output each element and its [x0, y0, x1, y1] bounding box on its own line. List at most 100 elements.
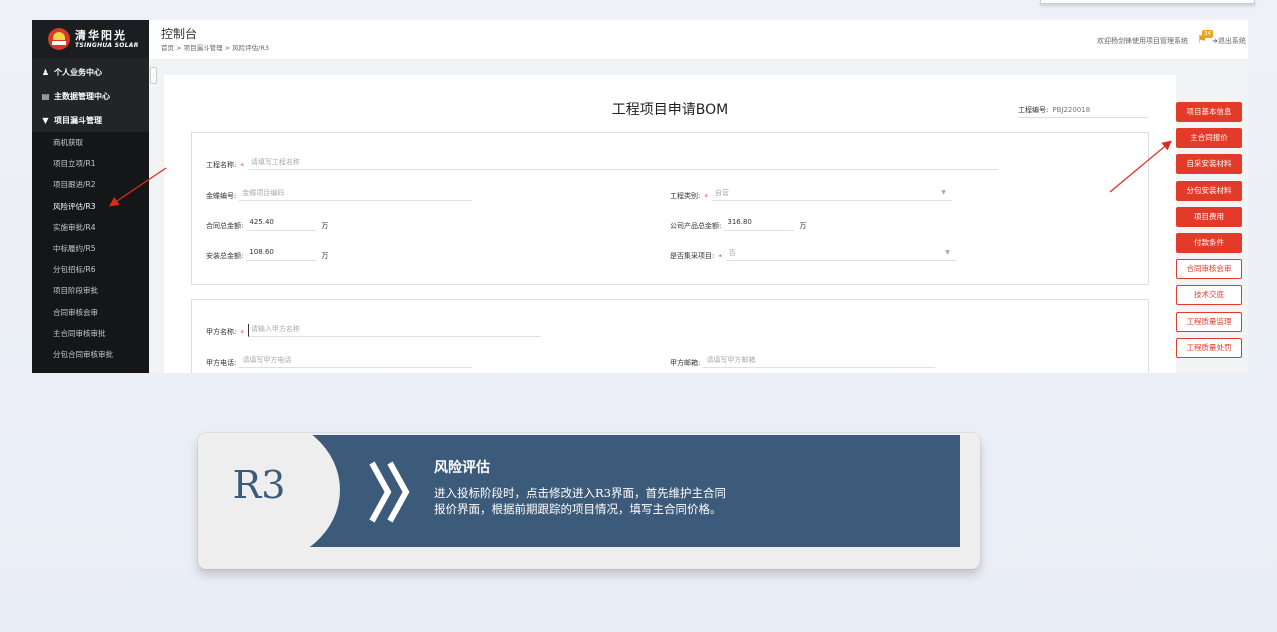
- project-type-label: 工程类别:: [670, 192, 701, 200]
- database-icon: ▤: [41, 91, 50, 101]
- callout-title: 风险评估: [434, 460, 490, 476]
- callout-description: 进入投标阶段时，点击修改进入R3界面，首先维护主合同 报价界面，根据前期跟踪的项…: [434, 485, 834, 517]
- install-total-label: 安装总金额:: [206, 252, 244, 260]
- logout-button[interactable]: ➜退出系统: [1212, 36, 1248, 46]
- product-total-input[interactable]: 316.80: [724, 218, 795, 231]
- project-name-field: 工程名称: * 请填写工程名称: [206, 157, 998, 170]
- quality-penalty-button[interactable]: 工程质量处罚: [1176, 337, 1242, 358]
- party-a-name-field: 甲方名称: * 请输入甲方名称: [206, 324, 540, 337]
- sidebar-item-master-data[interactable]: ▤ 主数据管理中心: [32, 84, 149, 108]
- project-number-value: PBJ220018: [1052, 106, 1091, 114]
- payment-terms-button[interactable]: 付款条件: [1176, 232, 1242, 253]
- sidebar-subitem-r1[interactable]: 项目立项/R1: [32, 153, 149, 174]
- contract-total-unit: 万: [321, 222, 329, 230]
- party-a-section: 甲方名称: * 请输入甲方名称 甲方电话: 请填写甲方电话 甲方邮箱: 请填写甲…: [191, 299, 1149, 373]
- project-cost-button[interactable]: 项目费用: [1176, 206, 1242, 227]
- sidebar: 清华阳光 TSINGHUA SOLAR ♟ 个人业务中心 ▤ 主数据管理中心 ▼…: [32, 20, 149, 373]
- party-a-phone-input[interactable]: 请填写甲方电话: [239, 355, 473, 368]
- sidebar-subitem-stage-approval[interactable]: 项目阶段审批: [32, 280, 149, 301]
- form-card: 工程项目申请BOM 工程编号: PBJ220018 工程名称: * 请填写工程名称…: [164, 75, 1176, 373]
- main-contract-quote-button[interactable]: 主合同报价: [1176, 128, 1242, 149]
- contract-total-input[interactable]: 425.40: [246, 218, 317, 231]
- nav-top: ♟ 个人业务中心 ▤ 主数据管理中心 ▼ 项目漏斗管理: [32, 60, 149, 132]
- self-purchase-material-button[interactable]: 自采安装材料: [1176, 154, 1242, 175]
- contract-total-field: 合同总金额: 425.40 万: [206, 218, 328, 231]
- stage-code: R3: [232, 463, 286, 507]
- user-icon: ♟: [41, 67, 50, 77]
- party-a-email-input[interactable]: 请填写甲方邮箱: [703, 355, 936, 368]
- party-a-name-input[interactable]: 请输入甲方名称: [247, 324, 540, 337]
- gold-no-field: 金蝶编号: 金蝶项目编码: [206, 188, 473, 201]
- project-name-input[interactable]: 请填写工程名称: [247, 157, 998, 170]
- logout-label: 退出系统: [1217, 37, 1246, 45]
- collective-select[interactable]: 否 ▼: [725, 248, 956, 261]
- project-type-select[interactable]: 自营 ▼: [711, 188, 952, 201]
- collective-label: 是否集采项目:: [670, 252, 715, 260]
- basic-info-button[interactable]: 项目基本信息: [1176, 102, 1242, 122]
- chevron-down-icon: ▼: [941, 189, 946, 196]
- logo-text-en: TSINGHUA SOLAR: [75, 41, 139, 49]
- subcontract-material-button[interactable]: 分包安装材料: [1176, 180, 1242, 201]
- caret-down-icon: ▼: [42, 115, 49, 125]
- install-total-input[interactable]: 108.60: [246, 248, 317, 261]
- double-chevron-icon: [369, 461, 410, 523]
- sidebar-subitem-r5[interactable]: 中标履约/R5: [32, 238, 149, 259]
- callout-line-1: 进入投标阶段时，点击修改进入R3界面，首先维护主合同: [434, 486, 726, 500]
- install-total-unit: 万: [321, 252, 329, 260]
- product-total-label: 公司产品总金额:: [670, 222, 722, 230]
- project-type-value: 自营: [714, 189, 729, 197]
- product-total-field: 公司产品总金额: 316.80 万: [670, 218, 806, 231]
- collective-value: 否: [728, 249, 736, 257]
- breadcrumb[interactable]: 首页 > 项目漏斗管理 > 风险评估/R3: [161, 42, 269, 52]
- sidebar-item-label: 项目漏斗管理: [54, 115, 102, 125]
- callout-card: R3 风险评估 进入投标阶段时，点击修改进入R3界面，首先维护主合同 报价界面，…: [198, 433, 980, 569]
- page-title: 控制台: [161, 27, 198, 41]
- contract-review-button[interactable]: 合同审核会审: [1176, 259, 1242, 280]
- required-mark: *: [718, 253, 722, 261]
- sidebar-subitem-sub-contract[interactable]: 分包合同审核审批: [32, 344, 149, 365]
- welcome-text: 欢迎杨剑锋使用项目管理系统: [1097, 37, 1188, 45]
- collapse-sidebar-icon[interactable]: ⋮: [150, 67, 157, 84]
- party-a-phone-field: 甲方电话: 请填写甲方电话: [206, 355, 473, 368]
- sidebar-subitem-r2[interactable]: 项目跟进/R2: [32, 174, 149, 195]
- sidebar-subitem-contract-review[interactable]: 合同审核会审: [32, 302, 149, 323]
- project-name-label: 工程名称:: [206, 161, 237, 169]
- sun-logo-icon: [48, 28, 70, 50]
- logo: 清华阳光 TSINGHUA SOLAR: [32, 20, 149, 58]
- chevron-down-icon: ▼: [945, 249, 950, 256]
- gold-no-input[interactable]: 金蝶项目编码: [239, 188, 473, 201]
- callout-line-2: 报价界面，根据前期跟踪的项目情况，填写主合同价格。: [434, 502, 722, 516]
- logo-text-cn: 清华阳光: [75, 28, 127, 42]
- project-info-section: 工程名称: * 请填写工程名称 金蝶编号: 金蝶项目编码 工程类别: * 自营 ▼…: [191, 132, 1149, 285]
- party-a-phone-label: 甲方电话:: [206, 359, 237, 367]
- required-mark: *: [240, 329, 244, 337]
- party-a-name-label: 甲方名称:: [206, 328, 237, 336]
- project-number: 工程编号: PBJ220018: [1018, 105, 1148, 118]
- party-a-email-field: 甲方邮箱: 请填写甲方邮箱: [670, 355, 936, 368]
- top-right-tab: [1040, 0, 1255, 4]
- tech-briefing-button[interactable]: 技术交底: [1176, 285, 1242, 306]
- contract-total-label: 合同总金额:: [206, 222, 244, 230]
- required-mark: *: [704, 193, 708, 201]
- collective-field: 是否集采项目: * 否 ▼: [670, 248, 956, 261]
- sidebar-subitem-main-contract[interactable]: 主合同审核审批: [32, 323, 149, 344]
- sidebar-subitem-r4[interactable]: 实施审批/R4: [32, 217, 149, 238]
- required-mark: *: [240, 162, 244, 170]
- product-total-unit: 万: [799, 222, 807, 230]
- sidebar-item-funnel[interactable]: ▼ 项目漏斗管理: [32, 108, 149, 132]
- notification-button[interactable]: ⚑ 34: [1197, 30, 1213, 46]
- project-type-field: 工程类别: * 自营 ▼: [670, 188, 952, 201]
- gold-no-label: 金蝶编号:: [206, 192, 237, 200]
- sidebar-submenu: 商机获取 项目立项/R1 项目跟进/R2 风险评估/R3 实施审批/R4 中标履…: [32, 132, 149, 373]
- sidebar-subitem-r6[interactable]: 分包招标/R6: [32, 259, 149, 280]
- project-number-label: 工程编号:: [1018, 106, 1049, 114]
- sidebar-subitem-r3[interactable]: 风险评估/R3: [32, 196, 149, 217]
- sidebar-subitem-opportunity[interactable]: 商机获取: [32, 132, 149, 153]
- app-screenshot: 清华阳光 TSINGHUA SOLAR ♟ 个人业务中心 ▤ 主数据管理中心 ▼…: [32, 20, 1248, 373]
- top-header: 控制台 首页 > 项目漏斗管理 > 风险评估/R3 欢迎杨剑锋使用项目管理系统 …: [149, 20, 1248, 60]
- party-a-email-label: 甲方邮箱:: [670, 359, 701, 367]
- sidebar-item-label: 主数据管理中心: [54, 91, 110, 101]
- sidebar-item-personal[interactable]: ♟ 个人业务中心: [32, 60, 149, 84]
- sidebar-item-label: 个人业务中心: [54, 67, 102, 77]
- quality-supervision-button[interactable]: 工程质量监理: [1176, 311, 1242, 332]
